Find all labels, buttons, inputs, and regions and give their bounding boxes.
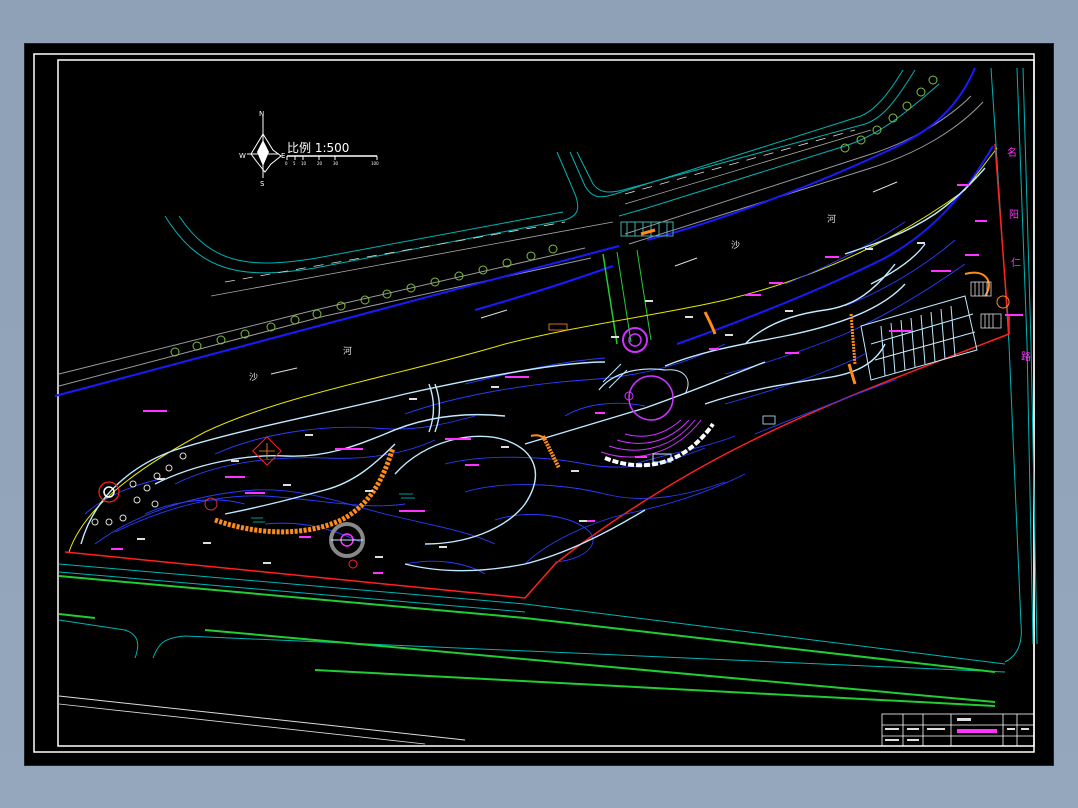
site-plan-drawing: 河 沙 沙 河 名 阳 仁 路 N S E W 比例 1:500 0 5 10 …	[33, 53, 1038, 753]
river-label-he-2: 河	[827, 213, 836, 225]
west-stones	[91, 452, 187, 526]
drawing-frame-inner	[57, 59, 1035, 747]
site-boundary-right	[994, 143, 1010, 335]
scale-label: 比例 1:500	[287, 141, 349, 155]
west-pavilion	[98, 436, 282, 511]
scale-tick-20: 20	[317, 161, 323, 166]
scale-tick-30: 30	[333, 161, 339, 166]
scale-tick-0: 0	[285, 161, 288, 166]
street-char-2: 阳	[1009, 209, 1019, 221]
river-label-sha-2: 沙	[731, 240, 740, 251]
compass-n: N	[259, 110, 264, 118]
planting-labels	[111, 184, 1023, 574]
compass-s: S	[260, 180, 265, 188]
street-trees	[170, 75, 938, 357]
scale-tick-10: 10	[301, 161, 307, 166]
south-circle-feature	[329, 522, 365, 569]
amphitheatre	[600, 419, 715, 468]
river-edges	[54, 67, 994, 397]
river-label-sha-1: 沙	[249, 372, 258, 383]
planting-symbols	[137, 242, 925, 564]
scale-bar: 比例 1:500 0 5 10 20 30 100	[285, 141, 379, 166]
water-features	[251, 493, 415, 523]
street-char-3: 仁	[1011, 257, 1021, 269]
river-flow-marks	[270, 181, 898, 375]
street-name: 名 阳 仁 路	[1007, 146, 1031, 363]
compass-e: E	[281, 152, 285, 160]
scale-tick-100: 100	[371, 161, 379, 166]
river-label-he-1: 河	[343, 345, 352, 357]
compass: N S E W	[239, 110, 285, 188]
site-riverbank-edge	[68, 147, 998, 553]
title-block	[881, 713, 1035, 747]
cad-viewport[interactable]: 河 沙 沙 河 名 阳 仁 路 N S E W 比例 1:500 0 5 10 …	[25, 44, 1053, 765]
bridge	[602, 221, 674, 345]
scale-tick-5: 5	[293, 161, 296, 166]
street-char-1: 名	[1007, 146, 1017, 159]
stair-blocks	[548, 281, 1002, 425]
boardwalk	[214, 228, 857, 535]
drawing-frame-outer	[33, 53, 1035, 753]
central-plaza	[598, 327, 689, 421]
street-char-4: 路	[1021, 350, 1031, 363]
compass-w: W	[239, 152, 246, 160]
